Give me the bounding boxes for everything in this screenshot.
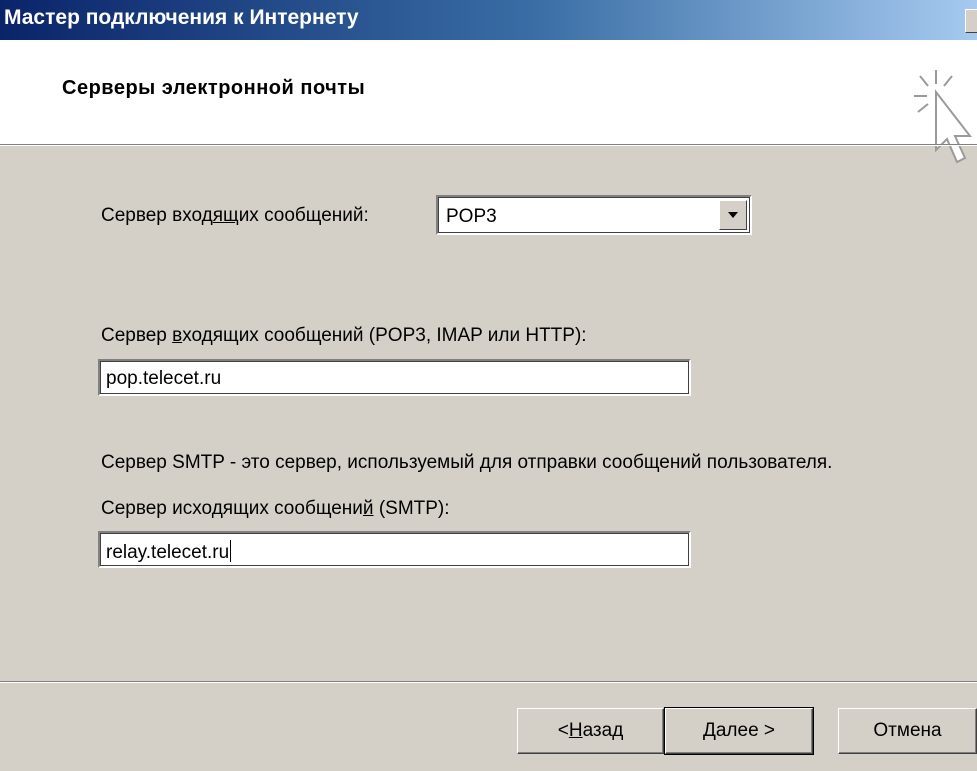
smtp-info-text: Сервер SMTP - это сервер, используемый д… xyxy=(101,452,833,473)
incoming-server-type-select[interactable]: POP3 xyxy=(436,195,752,235)
window-title: Мастер подключения к Интернету xyxy=(4,6,359,29)
text-caret xyxy=(230,540,232,562)
outgoing-server-input[interactable]: relay.telecet.ru xyxy=(98,531,691,568)
incoming-server-value: pop.telecet.ru xyxy=(106,368,222,389)
incoming-server-type-value: POP3 xyxy=(446,206,497,227)
incoming-server-input[interactable]: pop.telecet.ru xyxy=(98,359,691,396)
cancel-button[interactable]: Отмена xyxy=(838,708,977,754)
page-title: Серверы электронной почты xyxy=(62,77,366,99)
chevron-down-icon xyxy=(728,212,738,218)
next-button[interactable]: Далее > xyxy=(664,707,814,755)
title-bar[interactable]: Мастер подключения к Интернету xyxy=(0,0,977,40)
outgoing-server-label: Сервер исходящих сообщений (SMTP): xyxy=(101,498,450,519)
wizard-header: Серверы электронной почты xyxy=(0,40,977,164)
incoming-server-label: Сервер входящих сообщений (POP3, IMAP ил… xyxy=(101,325,587,346)
back-button[interactable]: < Назад xyxy=(517,708,664,754)
close-button[interactable] xyxy=(965,9,977,33)
dropdown-arrow-button[interactable] xyxy=(719,200,747,230)
outgoing-server-value: relay.telecet.ru xyxy=(106,540,232,563)
incoming-type-label: Сервер входящих сообщений: xyxy=(101,205,369,226)
wizard-cursor-icon xyxy=(914,70,973,164)
